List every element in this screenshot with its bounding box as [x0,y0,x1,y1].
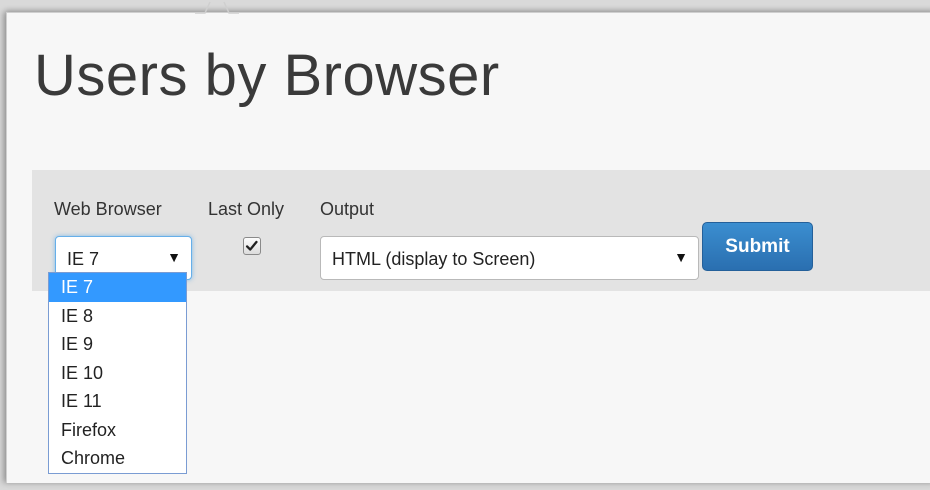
web-browser-dropdown-list: IE 7 IE 8 IE 9 IE 10 IE 11 Firefox Chrom… [48,272,187,474]
dropdown-option-ie7[interactable]: IE 7 [49,273,186,302]
dropdown-option-chrome[interactable]: Chrome [49,444,186,473]
last-only-checkbox[interactable] [243,237,261,255]
tab-notch-outline [195,1,239,14]
checkmark-icon [245,240,258,251]
output-select-value: HTML (display to Screen) [332,249,536,269]
web-browser-label: Web Browser [54,199,162,219]
dropdown-arrow-icon: ▼ [674,249,688,265]
dropdown-option-firefox[interactable]: Firefox [49,416,186,445]
web-browser-select-value: IE 7 [67,249,100,269]
dropdown-arrow-icon: ▼ [167,249,181,265]
page-title: Users by Browser [34,43,500,108]
dropdown-option-ie8[interactable]: IE 8 [49,302,186,331]
dropdown-option-ie9[interactable]: IE 9 [49,330,186,359]
output-label: Output [320,199,375,219]
output-select[interactable]: HTML (display to Screen) ▼ [320,236,699,280]
last-only-label: Last Only [208,199,285,219]
dropdown-option-ie11[interactable]: IE 11 [49,387,186,416]
submit-button[interactable]: Submit [702,222,813,271]
dropdown-option-ie10[interactable]: IE 10 [49,359,186,388]
